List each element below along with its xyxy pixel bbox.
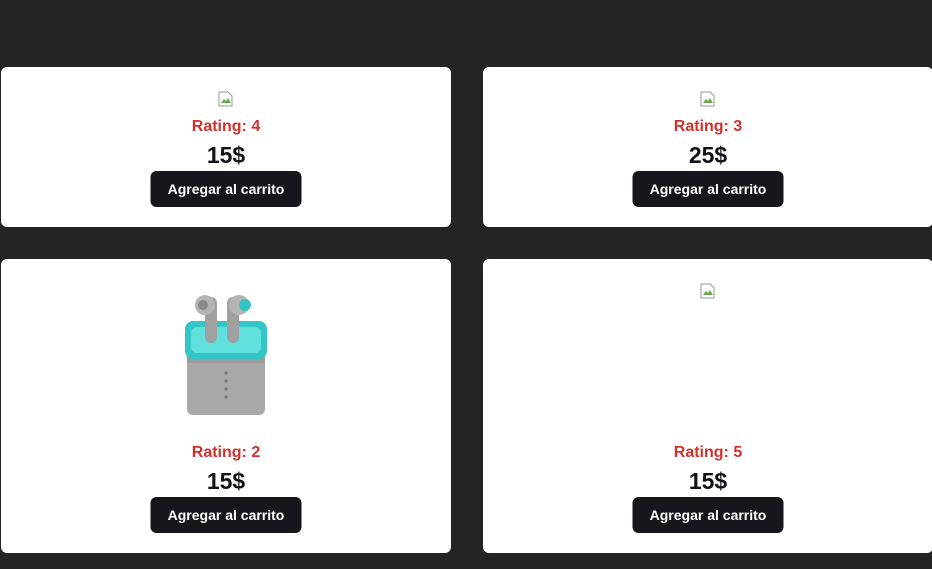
product-rating: Rating: 4 — [191, 118, 261, 135]
add-to-cart-button[interactable]: Agregar al carrito — [632, 171, 784, 207]
product-card: Rating: 5 15$ Agregar al carrito — [483, 259, 932, 553]
product-price: 15$ — [688, 468, 728, 494]
product-card: Rating: 2 15$ Agregar al carrito — [1, 259, 451, 553]
earbuds-product-image — [181, 291, 271, 419]
product-rating: Rating: 3 — [673, 118, 743, 135]
product-price: 15$ — [206, 468, 246, 494]
broken-image-icon — [700, 91, 716, 107]
add-to-cart-button[interactable]: Agregar al carrito — [150, 171, 302, 207]
product-price: 25$ — [688, 142, 728, 168]
product-grid: Rating: 4 15$ Agregar al carrito Rating:… — [0, 0, 932, 569]
add-to-cart-button[interactable]: Agregar al carrito — [632, 497, 784, 533]
product-rating: Rating: 2 — [191, 444, 261, 461]
product-card: Rating: 4 15$ Agregar al carrito — [1, 67, 451, 227]
product-rating: Rating: 5 — [673, 444, 743, 461]
product-price: 15$ — [206, 142, 246, 168]
broken-image-icon — [218, 91, 234, 107]
product-card: Rating: 3 25$ Agregar al carrito — [483, 67, 932, 227]
add-to-cart-button[interactable]: Agregar al carrito — [150, 497, 302, 533]
broken-image-icon — [700, 283, 716, 299]
